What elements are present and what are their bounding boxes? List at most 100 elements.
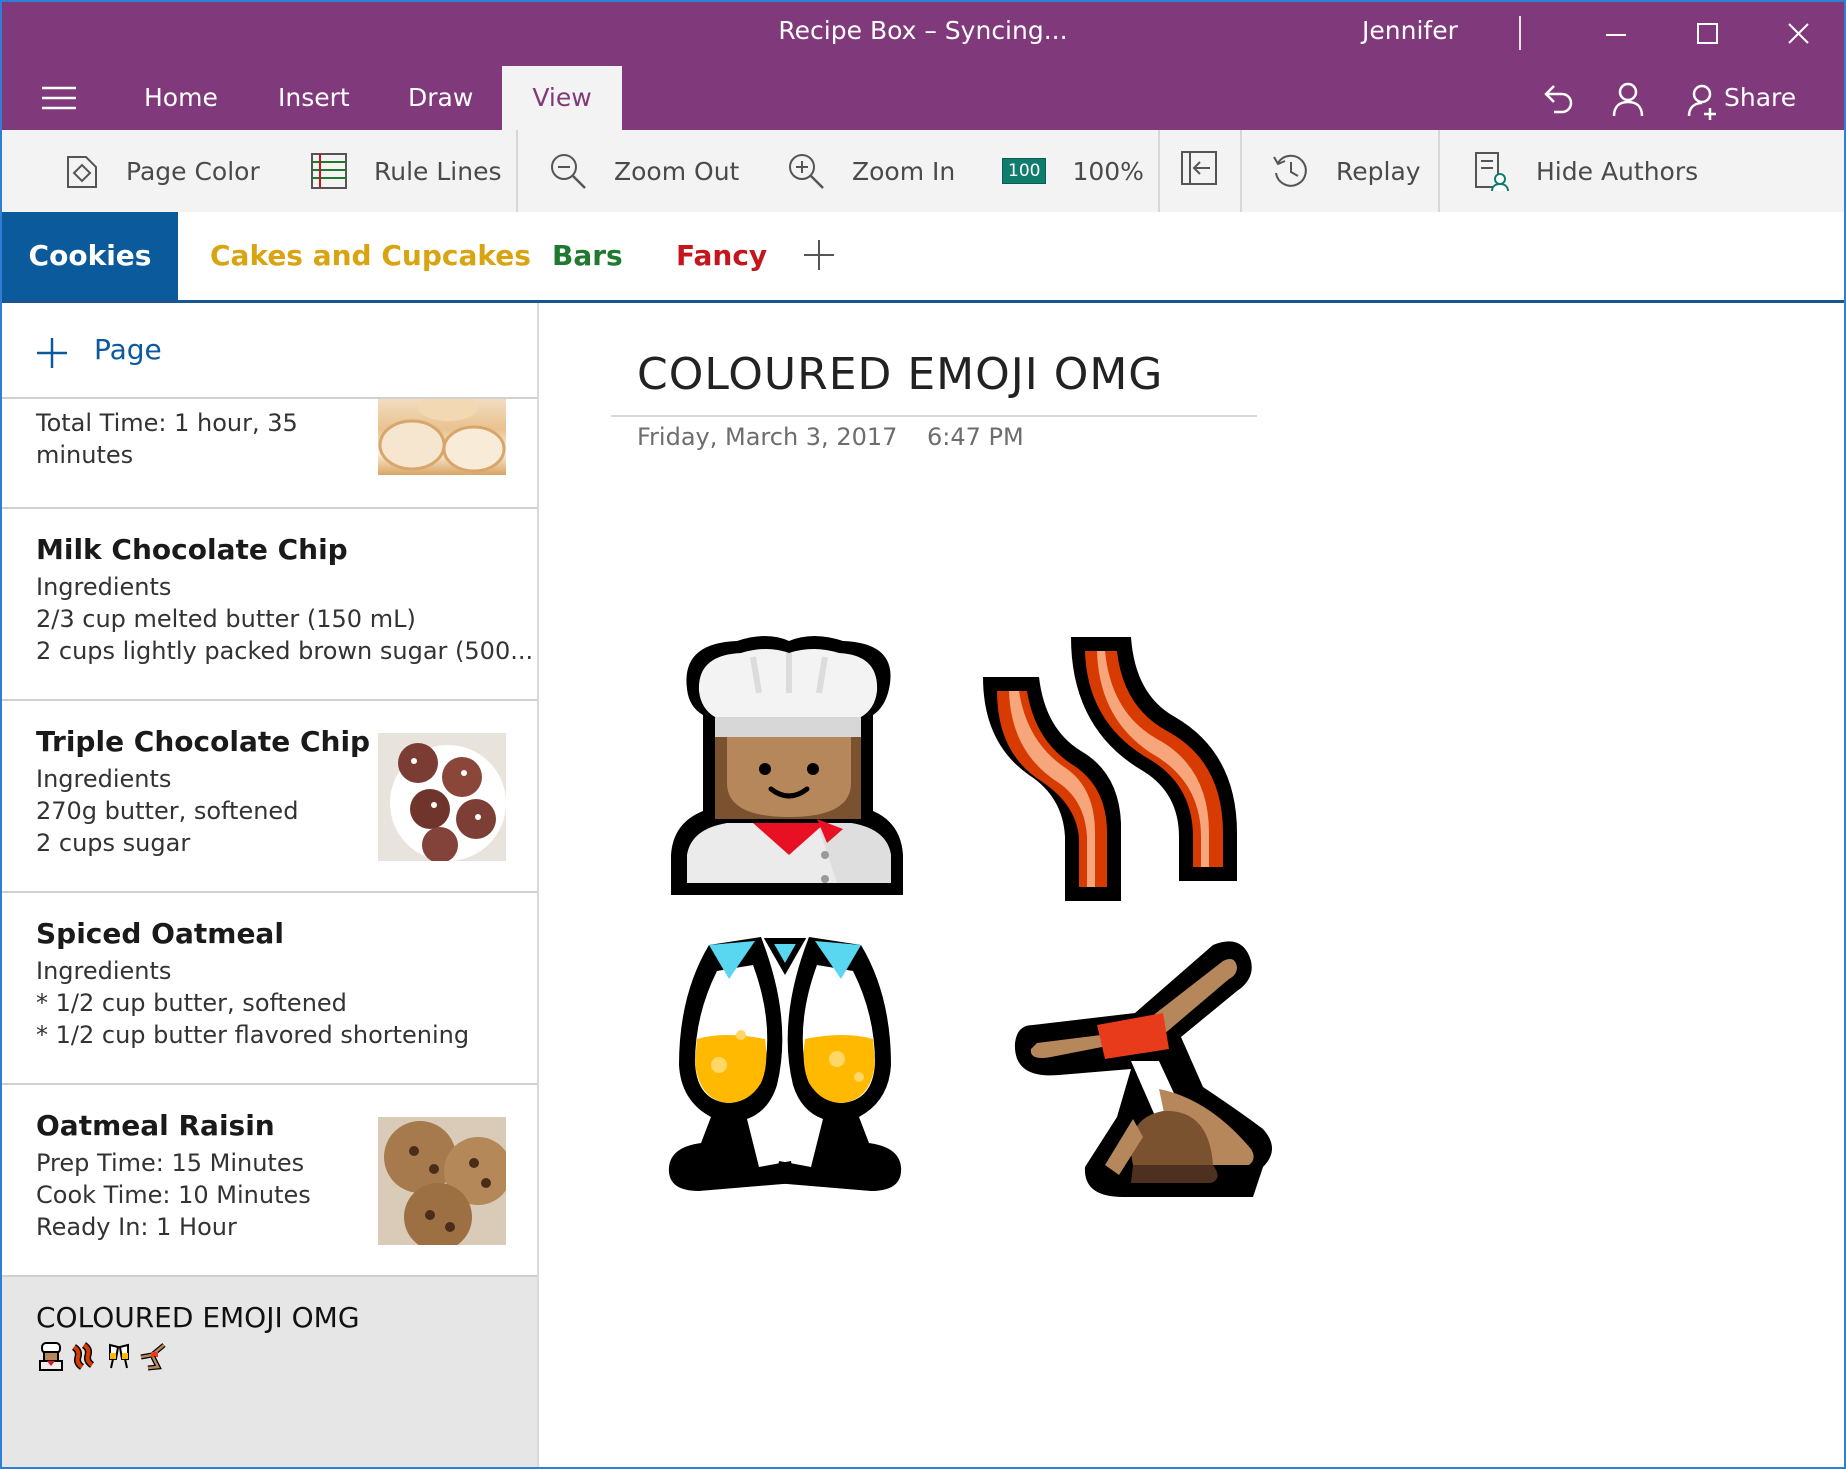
close-icon (1788, 23, 1809, 44)
undo-icon (1544, 85, 1573, 114)
page-preview-line: minutes (36, 441, 134, 469)
minimize-button[interactable] (1592, 14, 1640, 54)
page-title: Milk Chocolate Chip (36, 533, 348, 566)
account-button[interactable] (1608, 80, 1648, 122)
tab-home[interactable]: Home (144, 66, 218, 130)
page-preview-line: * 1/2 cup butter, softened (36, 989, 347, 1017)
person-cartwheeling-emoji-icon[interactable] (1013, 939, 1277, 1203)
page-thumbnail (378, 733, 506, 863)
page-date: Friday, March 3, 2017 (637, 423, 898, 451)
page-color-button[interactable]: Page Color (64, 130, 260, 212)
bacon-emoji-icon (71, 1342, 95, 1370)
authors-icon (1472, 151, 1510, 191)
zoom-in-label: Zoom In (852, 156, 956, 186)
page-preview-line: 270g butter, softened (36, 797, 299, 825)
yoga-person-emoji-icon (140, 1343, 166, 1371)
section-tab-fancy[interactable]: Fancy (676, 212, 767, 300)
page-width-icon (1180, 148, 1220, 194)
share-label: Share (1724, 83, 1797, 112)
page-canvas[interactable]: COLOURED EMOJI OMG Friday, March 3, 2017… (539, 303, 1844, 1467)
section-tab-cookies[interactable]: Cookies (2, 212, 178, 300)
add-page-label: Page (94, 333, 162, 366)
view-toolbar: Page Color Rule Lines Zoom Out Zoom In 1… (2, 130, 1844, 213)
plus-icon (804, 240, 834, 270)
zoom-in-button[interactable]: Zoom In (786, 130, 955, 212)
add-page-button[interactable]: Page (2, 303, 537, 399)
section-tab-bars[interactable]: Bars (552, 212, 623, 300)
page-item-oatmeal-raisin[interactable]: Oatmeal Raisin Prep Time: 15 Minutes Coo… (2, 1085, 537, 1277)
zoom-out-icon (548, 151, 588, 191)
maximize-icon (1697, 23, 1718, 44)
page-item-milk-chocolate-chip[interactable]: Milk Chocolate Chip Ingredients 2/3 cup … (2, 509, 537, 701)
page-preview-line: Prep Time: 15 Minutes (36, 1149, 305, 1177)
window-title: Recipe Box – Syncing... (778, 16, 1068, 45)
page-preview-line: 2 cups sugar (36, 829, 191, 857)
rule-lines-icon (310, 151, 348, 191)
zoom-100-icon: 100 (1002, 158, 1047, 184)
title-separator (1519, 16, 1521, 50)
zoom-in-icon (786, 151, 826, 191)
add-section-button[interactable] (802, 238, 836, 276)
page-title-heading[interactable]: COLOURED EMOJI OMG (637, 349, 1163, 400)
page-title: COLOURED EMOJI OMG (36, 1301, 360, 1334)
hamburger-icon (42, 86, 76, 110)
title-bar: Recipe Box – Syncing... Jennifer (2, 2, 1844, 66)
page-time: 6:47 PM (927, 423, 1024, 451)
app-window: Recipe Box – Syncing... Jennifer Home In… (0, 0, 1846, 1469)
page-preview-line: Ready In: 1 Hour (36, 1213, 237, 1241)
page-preview-line: Total Time: 1 hour, 35 (36, 409, 298, 437)
zoom-out-button[interactable]: Zoom Out (548, 130, 739, 212)
zoom-out-label: Zoom Out (614, 156, 740, 186)
toolbar-separator (1158, 130, 1160, 212)
page-item-coloured-emoji-omg[interactable]: COLOURED EMOJI OMG (2, 1277, 537, 1467)
tab-draw[interactable]: Draw (408, 66, 473, 130)
maximize-button[interactable] (1683, 14, 1731, 54)
emoji-preview-row (36, 1341, 168, 1371)
page-preview-line: Cook Time: 10 Minutes (36, 1181, 311, 1209)
toolbar-separator (516, 130, 518, 212)
undo-button[interactable] (1538, 80, 1578, 122)
page-item-total-time[interactable]: Total Time: 1 hour, 35 minutes (2, 393, 537, 509)
toolbar-separator (1438, 130, 1440, 212)
hide-authors-label: Hide Authors (1536, 156, 1699, 186)
history-icon (1270, 151, 1310, 191)
clinking-glasses-emoji-icon[interactable] (665, 935, 905, 1195)
woman-cook-emoji-icon[interactable] (667, 633, 911, 903)
title-underline (611, 415, 1257, 417)
zoom-level-label: 100% (1072, 156, 1144, 186)
toolbar-separator (1240, 130, 1242, 212)
replay-label: Replay (1336, 156, 1421, 186)
section-tabs: Cookies Cakes and Cupcakes Bars Fancy (2, 212, 1844, 303)
page-list: Page Total Time: 1 hour, 35 minutes Milk… (2, 303, 539, 1467)
tab-insert[interactable]: Insert (278, 66, 350, 130)
zoom-100-button[interactable]: 100 100% (1002, 130, 1144, 212)
close-button[interactable] (1774, 14, 1822, 54)
hide-authors-button[interactable]: Hide Authors (1472, 130, 1698, 212)
rule-lines-button[interactable]: Rule Lines (310, 130, 502, 212)
clinking-glasses-emoji-icon (109, 1343, 129, 1369)
page-color-icon (64, 151, 100, 191)
person-icon (1612, 82, 1644, 117)
bacon-emoji-icon[interactable] (979, 633, 1241, 905)
page-title: Spiced Oatmeal (36, 917, 284, 950)
page-thumbnail (378, 1117, 512, 1251)
page-preview-line: 2/3 cup melted butter (150 mL) (36, 605, 416, 633)
zoom-badge: 100 (1002, 158, 1047, 184)
hamburger-menu-button[interactable] (40, 84, 80, 114)
replay-button[interactable]: Replay (1270, 130, 1421, 212)
chef-emoji-icon (39, 1342, 63, 1371)
page-preview-line: 2 cups lightly packed brown sugar (500..… (36, 637, 534, 665)
page-color-label: Page Color (126, 156, 260, 186)
page-preview-line: * 1/2 cup butter flavored shortening (36, 1021, 470, 1049)
tab-view[interactable]: View (502, 66, 622, 130)
page-item-triple-chocolate-chip[interactable]: Triple Chocolate Chip Ingredients 270g b… (2, 701, 537, 893)
ribbon-tab-bar: Home Insert Draw View Share (2, 66, 1844, 130)
page-width-button[interactable] (1180, 130, 1220, 212)
page-preview-line: Ingredients (36, 573, 172, 601)
section-tab-cakes-and-cupcakes[interactable]: Cakes and Cupcakes (210, 212, 531, 300)
page-title: Triple Chocolate Chip (36, 725, 371, 758)
page-preview-line: Ingredients (36, 765, 172, 793)
minimize-icon (1606, 34, 1626, 36)
page-item-spiced-oatmeal[interactable]: Spiced Oatmeal Ingredients * 1/2 cup but… (2, 893, 537, 1085)
user-name[interactable]: Jennifer (1362, 16, 1458, 45)
